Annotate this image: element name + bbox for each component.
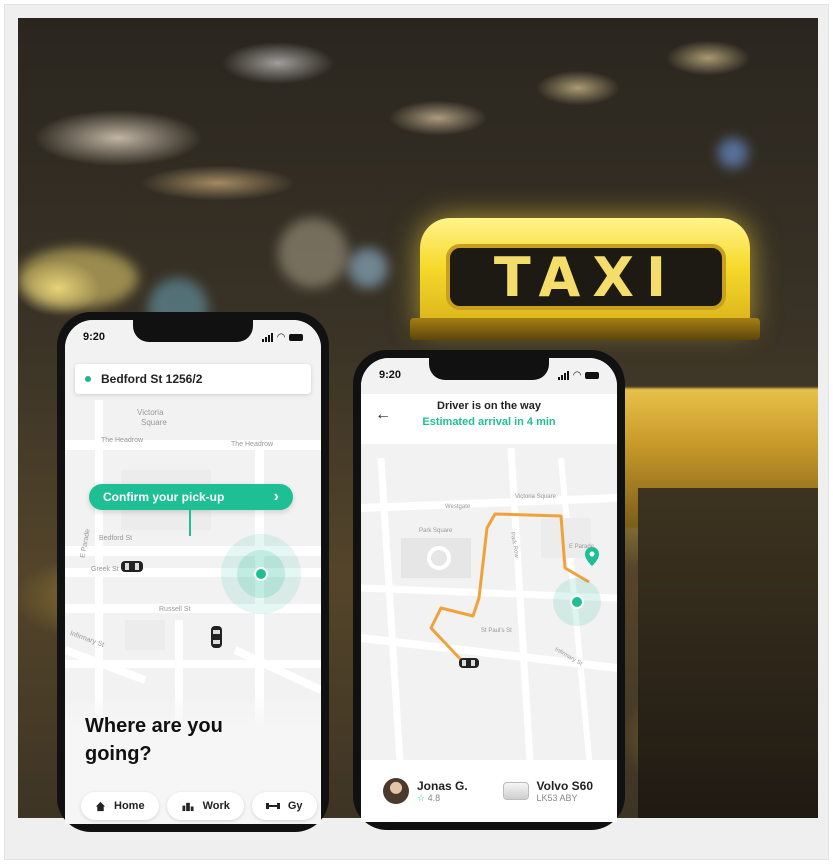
wifi-icon: ◠ bbox=[277, 331, 285, 343]
map-label: Greek St bbox=[91, 566, 119, 573]
battery-icon bbox=[289, 333, 303, 341]
chip-home[interactable]: Home bbox=[81, 792, 159, 820]
map-label: Westgate bbox=[445, 504, 471, 510]
map-label: The Headrow bbox=[101, 437, 144, 444]
pickup-address-field[interactable]: Bedford St 1256/2 bbox=[75, 364, 311, 394]
avatar bbox=[383, 778, 409, 804]
map-label: Park Square bbox=[419, 528, 453, 534]
dumbbell-icon bbox=[265, 803, 280, 809]
taxi-sign-text: TAXI bbox=[493, 245, 679, 309]
saved-places: Home Work Gy bbox=[81, 792, 317, 820]
clock: 9:20 bbox=[379, 369, 402, 381]
location-dot-icon bbox=[85, 376, 91, 382]
car-icon bbox=[211, 626, 222, 648]
pickup-screen: Victoria Square The Headrow The Headrow … bbox=[65, 320, 321, 824]
map-label: Square bbox=[141, 418, 167, 427]
destination-heading: Where are you going? bbox=[85, 715, 223, 765]
map-label: Bedford St bbox=[99, 535, 133, 542]
taxi-body bbox=[638, 488, 818, 818]
car-icon bbox=[459, 658, 479, 668]
chip-label: Work bbox=[202, 800, 230, 812]
car-icon bbox=[121, 561, 143, 572]
notch bbox=[133, 320, 253, 342]
car-model: Volvo S60 bbox=[536, 779, 593, 793]
clock: 9:20 bbox=[83, 331, 106, 343]
driver-info-bar: Jonas G. ☆ 4.8 Volvo S60 LK53 ABY bbox=[361, 760, 617, 822]
status-icons: ◠ bbox=[558, 370, 599, 381]
chip-gym[interactable]: Gy bbox=[251, 792, 317, 820]
trip-eta: Estimated arrival in 4 min bbox=[422, 416, 556, 428]
chip-work[interactable]: Work bbox=[166, 792, 244, 820]
car-plate: LK53 ABY bbox=[536, 793, 578, 803]
chip-label: Gy bbox=[287, 800, 303, 812]
home-icon bbox=[95, 801, 106, 811]
pickup-address: Bedford St 1256/2 bbox=[101, 372, 203, 386]
wifi-icon: ◠ bbox=[573, 369, 581, 381]
work-icon bbox=[182, 802, 194, 811]
chip-label: Home bbox=[114, 800, 145, 812]
map-label: E Parade bbox=[569, 544, 595, 550]
signal-icon bbox=[558, 370, 570, 380]
star-icon: ☆ bbox=[417, 792, 426, 803]
signal-icon bbox=[262, 332, 274, 342]
chevron-right-icon: › bbox=[273, 488, 279, 505]
trip-screen: Victoria Square Westgate Park Square St … bbox=[361, 358, 617, 822]
taxi-sign-panel: TAXI bbox=[446, 244, 726, 310]
confirm-pickup-button[interactable]: Confirm your pick-up › bbox=[89, 484, 293, 510]
notch bbox=[429, 358, 549, 380]
driver-rating: 4.8 bbox=[427, 792, 441, 803]
confirm-pickup-label: Confirm your pick-up bbox=[103, 490, 225, 504]
map-label: Russell St bbox=[159, 606, 191, 613]
phone-trip: Victoria Square Westgate Park Square St … bbox=[353, 350, 625, 830]
status-icons: ◠ bbox=[262, 332, 303, 343]
trip-title: Driver is on the way bbox=[437, 400, 541, 412]
map-label: Victoria Square bbox=[515, 494, 556, 500]
car-thumbnail bbox=[502, 782, 529, 800]
map-label: St Paul's St bbox=[481, 628, 512, 634]
map-label: Victoria bbox=[137, 408, 164, 417]
pickup-pin-line bbox=[189, 510, 191, 536]
map-label: The Headrow bbox=[231, 441, 274, 448]
car-card[interactable]: Volvo S60 LK53 ABY bbox=[502, 779, 593, 803]
driver-card[interactable]: Jonas G. ☆ 4.8 bbox=[383, 778, 468, 804]
battery-icon bbox=[585, 371, 599, 379]
driver-name: Jonas G. bbox=[417, 778, 468, 793]
taxi-sign-base bbox=[410, 318, 760, 340]
phone-pickup: Victoria Square The Headrow The Headrow … bbox=[57, 312, 329, 832]
